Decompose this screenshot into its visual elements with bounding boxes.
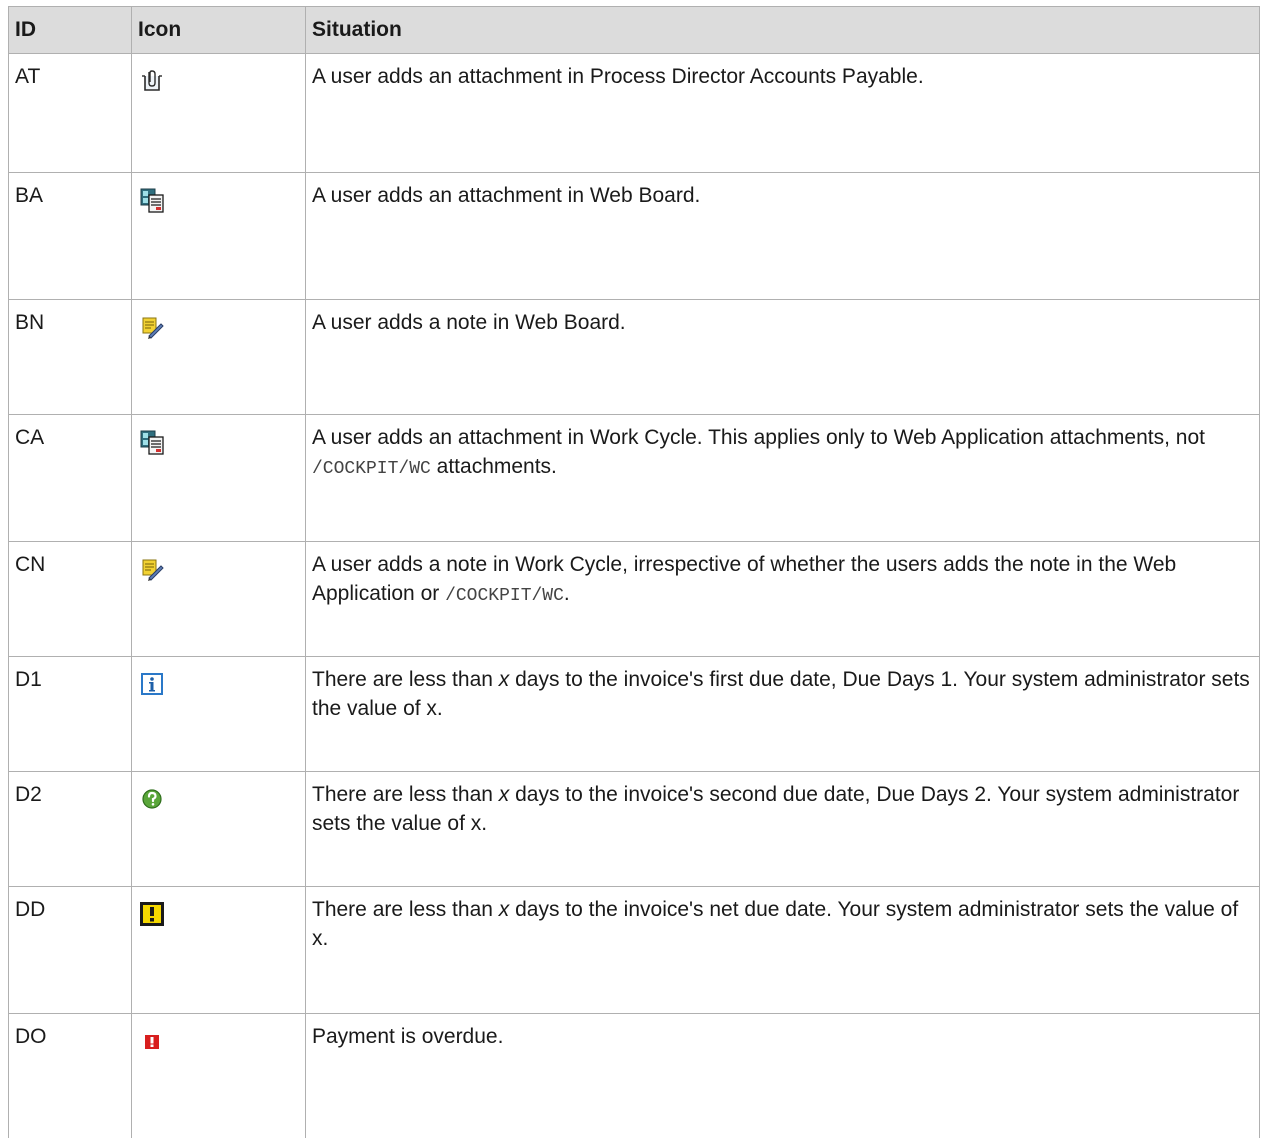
row-id: DD — [9, 887, 132, 1014]
question-icon — [139, 786, 165, 812]
table-row: D1 There are less than x days to the inv… — [9, 657, 1260, 772]
info-icon — [139, 671, 165, 697]
row-id: BN — [9, 300, 132, 415]
web-attachment-icon — [139, 429, 165, 455]
column-header-situation: Situation — [306, 7, 1260, 54]
table-row: CA A user adds an attachment in Work Cyc… — [9, 415, 1260, 542]
row-situation: A user adds an attachment in Work Cycle.… — [306, 415, 1260, 542]
row-id: AT — [9, 54, 132, 173]
code-path: /COCKPIT/WC — [312, 459, 431, 479]
code-path: /COCKPIT/WC — [445, 586, 564, 606]
row-situation: There are less than x days to the invoic… — [306, 772, 1260, 887]
table-row: BN A user adds a note in Web Board. — [9, 300, 1260, 415]
row-situation: There are less than x days to the invoic… — [306, 657, 1260, 772]
row-situation: A user adds a note in Work Cycle, irresp… — [306, 542, 1260, 657]
row-situation: There are less than x days to the invoic… — [306, 887, 1260, 1014]
overdue-exclamation-icon — [139, 1028, 165, 1054]
row-situation: A user adds an attachment in Process Dir… — [306, 54, 1260, 173]
table-row: CN A user adds a note in Work Cycle, irr… — [9, 542, 1260, 657]
row-id: D2 — [9, 772, 132, 887]
table-row: D2 There are less than x days to the inv… — [9, 772, 1260, 887]
situation-icon-table: ID Icon Situation AT A user adds an atta… — [8, 6, 1260, 1138]
attachment-clip-icon — [139, 68, 165, 94]
row-situation: A user adds an attachment in Web Board. — [306, 173, 1260, 300]
row-id: DO — [9, 1014, 132, 1138]
table-row: DD There are less than x days to the inv… — [9, 887, 1260, 1014]
column-header-icon: Icon — [132, 7, 306, 54]
table-row: DO Payment is overdue. — [9, 1014, 1260, 1138]
table-header-row: ID Icon Situation — [9, 7, 1260, 54]
row-id: CA — [9, 415, 132, 542]
column-header-id: ID — [9, 7, 132, 54]
row-id: CN — [9, 542, 132, 657]
table-row: BA A user adds an attachment in Web Boar… — [9, 173, 1260, 300]
warning-exclamation-icon — [139, 901, 165, 927]
web-attachment-icon — [139, 187, 165, 213]
row-situation: A user adds a note in Web Board. — [306, 300, 1260, 415]
row-id: BA — [9, 173, 132, 300]
row-id: D1 — [9, 657, 132, 772]
note-pencil-icon — [139, 556, 165, 582]
table-row: AT A user adds an attachment in Process … — [9, 54, 1260, 173]
note-pencil-icon — [139, 314, 165, 340]
row-situation: Payment is overdue. — [306, 1014, 1260, 1138]
